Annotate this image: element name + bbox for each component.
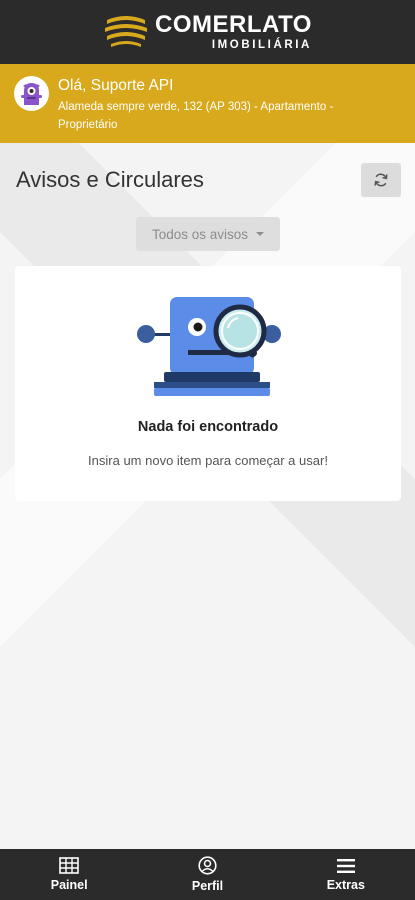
nav-label-perfil: Perfil [191,879,224,893]
empty-state-message: Insira um novo item para começar a usar! [88,453,328,468]
refresh-icon [374,173,388,187]
brand-logo: COMERLATO IMOBILIÁRIA [103,10,312,52]
user-banner: Olá, Suporte API Alameda sempre verde, 1… [0,64,415,143]
robot-magnifier-icon [137,297,281,396]
user-circle-icon [198,856,217,875]
empty-state-card: Nada foi encontrado Insira um novo item … [15,266,401,501]
brand-name: COMERLATO [155,10,312,38]
nav-item-extras[interactable]: Extras [277,849,415,900]
user-address: Alameda sempre verde, 132 (AP 303) - Apa… [58,101,334,131]
logo-mark-icon [105,16,148,47]
nav-label-extras: Extras [326,877,365,892]
page-title: Avisos e Circulares [16,167,204,192]
avatar[interactable] [14,76,49,111]
bottom-navigation: Painel Perfil Extras [0,849,415,900]
grid-icon [59,857,79,874]
caret-down-icon [256,232,265,236]
monster-avatar-icon [21,83,42,105]
menu-icon [336,858,355,873]
user-greeting: Olá, Suporte API [58,77,174,94]
nav-item-painel[interactable]: Painel [0,849,138,900]
app-header: COMERLATO IMOBILIÁRIA [0,0,415,64]
empty-state-title: Nada foi encontrado [137,419,279,435]
refresh-button[interactable] [361,163,401,197]
filter-dropdown[interactable]: Todos os avisos [136,217,280,251]
filter-selected-label: Todos os avisos [151,226,249,242]
nav-label-painel: Painel [50,878,88,892]
nav-item-perfil[interactable]: Perfil [138,849,276,900]
brand-subtitle: IMOBILIÁRIA [211,38,312,51]
